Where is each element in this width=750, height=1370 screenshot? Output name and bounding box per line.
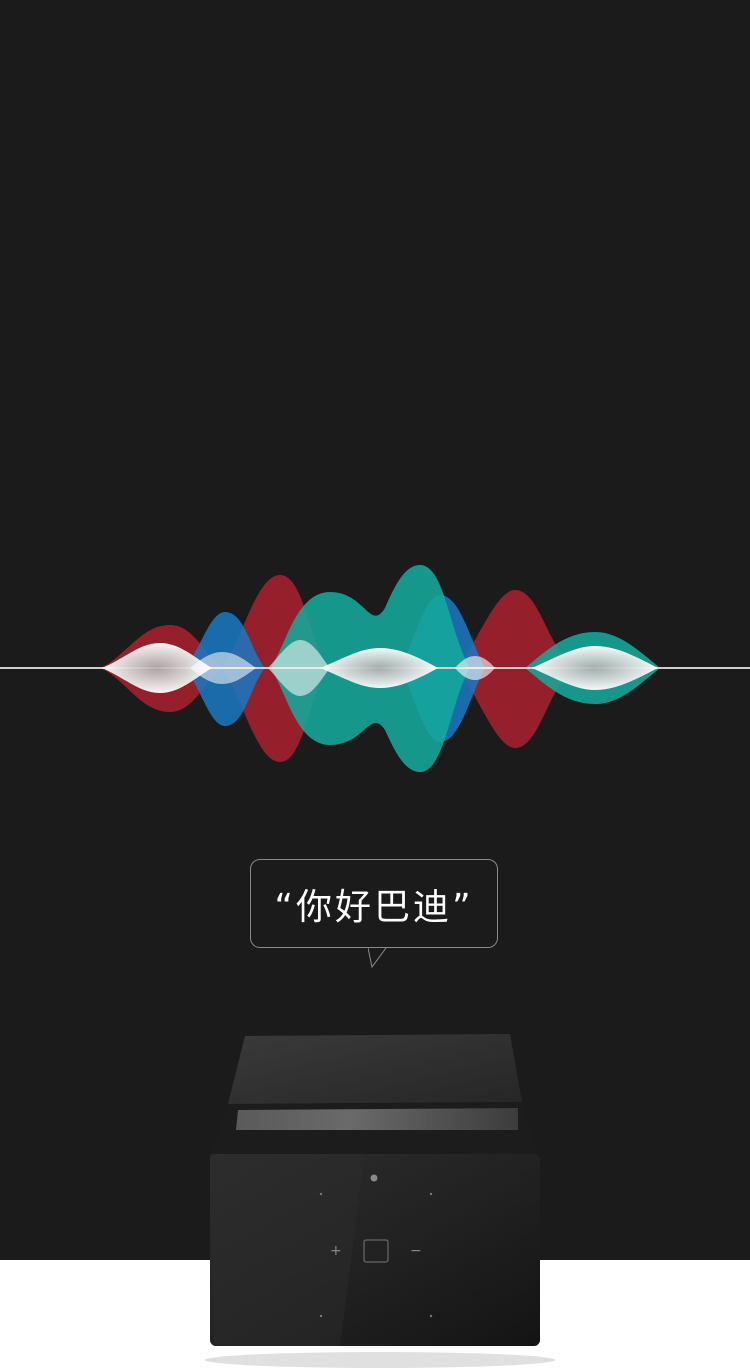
projector-device-image [205, 1034, 555, 1368]
speech-bubble-tail [368, 947, 387, 969]
device-top [228, 1034, 522, 1104]
volume-plus-label: + [330, 1243, 342, 1259]
voice-waveform-graphic [0, 565, 750, 772]
mic-dot-icon [319, 1192, 323, 1196]
mic-dot-icon [429, 1192, 433, 1196]
speech-bubble-text: “你好巴迪” [274, 886, 474, 928]
speech-bubble: “你好巴迪” [250, 859, 498, 948]
mic-dot-icon [429, 1314, 433, 1318]
mic-dot-icon [319, 1314, 323, 1318]
volume-minus-label: − [410, 1243, 422, 1259]
device-glass [236, 1108, 518, 1130]
indicator-light-icon [370, 1174, 378, 1182]
